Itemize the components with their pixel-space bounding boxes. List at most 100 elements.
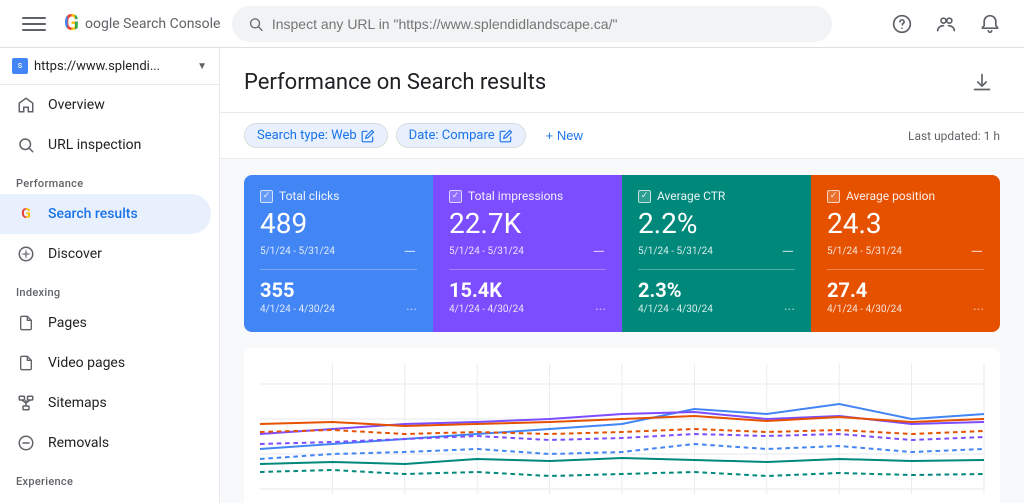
sidebar: s https://www.splendi... ▼ Overview URL … — [0, 48, 220, 503]
metric-dates-ctr: 5/1/24 - 5/31/24 — — [638, 242, 795, 261]
content-header: Performance on Search results — [220, 48, 1024, 113]
metric-header-clicks: ✓ Total clicks — [260, 189, 417, 203]
metric-dots-position: — — [971, 242, 985, 261]
metric-dates-position: 5/1/24 - 5/31/24 — — [827, 242, 984, 261]
metric-value2-impressions: 15.4K — [449, 278, 606, 302]
sidebar-item-pages[interactable]: Pages — [0, 303, 211, 343]
chart-container: 3 6 9 12 15 18 21 24 27 30 — [244, 348, 1000, 503]
metric-value-position: 24.3 — [827, 209, 984, 240]
metric-info-position: ··· — [973, 302, 984, 318]
metric-dots-impressions: — — [593, 242, 607, 261]
help-button[interactable] — [884, 6, 920, 42]
performance-section-label: Performance — [0, 165, 219, 194]
sidebar-item-url-inspection[interactable]: URL inspection — [0, 125, 211, 165]
site-name: https://www.splendi... — [34, 59, 191, 74]
search-icon — [248, 16, 263, 32]
sidebar-item-sitemaps-label: Sitemaps — [48, 395, 107, 411]
metric-value-impressions: 22.7K — [449, 209, 606, 240]
metric-value-ctr: 2.2% — [638, 209, 795, 240]
site-favicon: s — [12, 58, 28, 74]
metric-checkbox-impressions: ✓ — [449, 190, 462, 203]
metric-header-position: ✓ Average position — [827, 189, 984, 203]
home-icon — [16, 95, 36, 115]
pages-icon — [16, 313, 36, 333]
sidebar-item-overview-label: Overview — [48, 97, 105, 113]
sidebar-item-pages-label: Pages — [48, 315, 87, 331]
help-icon — [892, 14, 912, 34]
sidebar-item-discover[interactable]: Discover — [0, 234, 211, 274]
metric-header-impressions: ✓ Total impressions — [449, 189, 606, 203]
download-icon — [972, 72, 992, 92]
metrics-section: ✓ Total clicks 489 5/1/24 - 5/31/24 — 35… — [220, 159, 1024, 503]
metric-checkbox-ctr: ✓ — [638, 190, 651, 203]
discover-icon — [16, 244, 36, 264]
url-search-bar[interactable] — [232, 6, 832, 42]
sidebar-item-sitemaps[interactable]: Sitemaps — [0, 383, 211, 423]
metric-dots-ctr: — — [782, 242, 796, 261]
metric-label-ctr: Average CTR — [657, 189, 725, 203]
experience-section-label: Experience — [0, 463, 219, 492]
page-title: Performance on Search results — [244, 70, 546, 95]
sidebar-item-removals-label: Removals — [48, 435, 109, 451]
app-name: oogle Search Console — [85, 16, 220, 32]
sidebar-item-url-inspection-label: URL inspection — [48, 137, 141, 153]
sitemaps-icon — [16, 393, 36, 413]
metric-card-average-position[interactable]: ✓ Average position 24.3 5/1/24 - 5/31/24… — [811, 175, 1000, 332]
site-selector[interactable]: s https://www.splendi... ▼ — [0, 48, 219, 85]
hamburger-menu[interactable] — [16, 6, 52, 42]
top-bar: G oogle Search Console — [0, 0, 1024, 48]
sidebar-item-search-results-label: Search results — [48, 206, 138, 222]
metric-info-impressions: ··· — [595, 302, 606, 318]
add-filter-label: + New — [546, 128, 583, 143]
metric-cards: ✓ Total clicks 489 5/1/24 - 5/31/24 — 35… — [244, 175, 1000, 332]
metric-dates2-position: 4/1/24 - 4/30/24 ··· — [827, 302, 984, 318]
google-g-icon: G — [16, 204, 36, 224]
metric-divider-impressions — [449, 269, 606, 270]
metric-value2-clicks: 355 — [260, 278, 417, 302]
metric-card-total-clicks[interactable]: ✓ Total clicks 489 5/1/24 - 5/31/24 — 35… — [244, 175, 433, 332]
edit-icon — [361, 129, 375, 143]
metric-divider-clicks — [260, 269, 417, 270]
removals-icon — [16, 433, 36, 453]
notifications-button[interactable] — [972, 6, 1008, 42]
search-type-label: Search type: Web — [257, 128, 357, 143]
date-filter[interactable]: Date: Compare — [396, 123, 526, 148]
sidebar-item-video-pages[interactable]: Video pages — [0, 343, 211, 383]
video-pages-icon — [16, 353, 36, 373]
sidebar-item-overview[interactable]: Overview — [0, 85, 211, 125]
metric-dots-clicks: — — [404, 242, 418, 261]
metric-info-ctr: ··· — [784, 302, 795, 318]
content-area: Performance on Search results Search typ… — [220, 48, 1024, 503]
metric-dates-impressions: 5/1/24 - 5/31/24 — — [449, 242, 606, 261]
filters-bar: Search type: Web Date: Compare + New Las… — [220, 113, 1024, 159]
date-filter-label: Date: Compare — [409, 128, 495, 143]
metric-checkbox-clicks: ✓ — [260, 190, 273, 203]
sidebar-item-removals[interactable]: Removals — [0, 423, 211, 463]
top-icons — [884, 6, 1008, 42]
metric-dates2-ctr: 4/1/24 - 4/30/24 ··· — [638, 302, 795, 318]
metric-label-impressions: Total impressions — [468, 189, 563, 203]
metric-dates-clicks: 5/1/24 - 5/31/24 — — [260, 242, 417, 261]
main-layout: s https://www.splendi... ▼ Overview URL … — [0, 48, 1024, 503]
download-button[interactable] — [964, 64, 1000, 100]
sidebar-item-page-experience[interactable]: Page Experience — [0, 492, 211, 503]
last-updated-label: Last updated: 1 h — [908, 129, 1000, 143]
add-filter-button[interactable]: + New — [534, 124, 595, 147]
logo-area: G oogle Search Console — [64, 11, 220, 36]
metric-value2-position: 27.4 — [827, 278, 984, 302]
metric-value-clicks: 489 — [260, 209, 417, 240]
url-inspect-icon — [16, 135, 36, 155]
bell-icon — [980, 14, 1000, 34]
sidebar-item-search-results[interactable]: G Search results — [0, 194, 211, 234]
metric-label-position: Average position — [846, 189, 935, 203]
metric-label-clicks: Total clicks — [279, 189, 339, 203]
metric-card-total-impressions[interactable]: ✓ Total impressions 22.7K 5/1/24 - 5/31/… — [433, 175, 622, 332]
search-type-filter[interactable]: Search type: Web — [244, 123, 388, 148]
indexing-section-label: Indexing — [0, 274, 219, 303]
metric-dates2-clicks: 4/1/24 - 4/30/24 ··· — [260, 302, 417, 318]
accounts-icon — [936, 14, 956, 34]
accounts-button[interactable] — [928, 6, 964, 42]
metric-divider-ctr — [638, 269, 795, 270]
url-search-input[interactable] — [272, 16, 817, 32]
metric-card-average-ctr[interactable]: ✓ Average CTR 2.2% 5/1/24 - 5/31/24 — 2.… — [622, 175, 811, 332]
